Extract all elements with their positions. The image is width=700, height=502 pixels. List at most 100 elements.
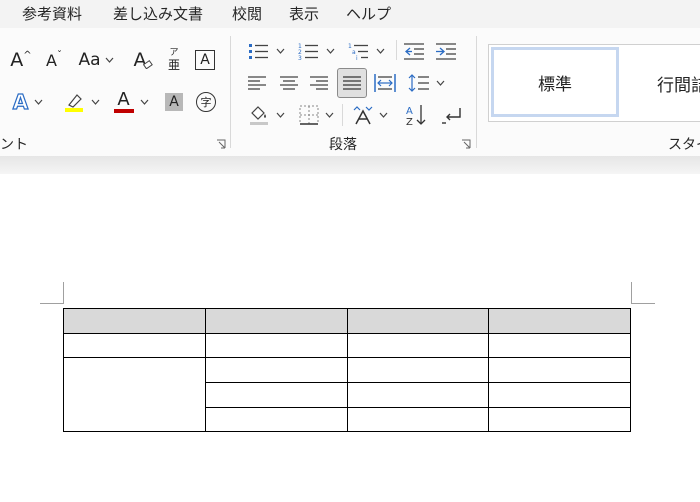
group-separator [230, 36, 231, 148]
chevron-down-icon [326, 48, 334, 54]
text-effect-glyph: A [12, 89, 29, 114]
chevron-down-icon [34, 99, 43, 105]
line-spacing-button[interactable] [404, 70, 448, 96]
align-right-icon [310, 76, 328, 90]
borders-button[interactable] [294, 102, 338, 128]
align-center-icon [280, 76, 298, 90]
shading-button[interactable] [244, 102, 288, 128]
table-cell[interactable] [346, 308, 490, 334]
menu-help[interactable]: ヘルプ [346, 4, 391, 24]
caret-up-icon: ^ [23, 49, 32, 61]
dialog-launcher-icon[interactable] [461, 139, 471, 149]
crop-mark-left-vertical [63, 282, 64, 304]
multilevel-list-icon: 1 a i [348, 43, 368, 60]
table-merged-cell[interactable] [63, 357, 206, 432]
align-left-icon [248, 76, 266, 90]
chevron-down-icon [376, 48, 384, 54]
font-color-swatch [113, 109, 134, 113]
chevron-down-icon [379, 112, 387, 118]
style-no-spacing[interactable]: 行間詰 [657, 71, 700, 96]
increase-indent-button[interactable] [434, 40, 458, 62]
distributed-icon [374, 74, 396, 92]
show-marks-button[interactable] [438, 102, 464, 128]
align-right-button[interactable] [306, 70, 332, 96]
eraser-icon [142, 59, 153, 69]
phonetic-guide-button[interactable]: ア 亜 [162, 46, 186, 74]
enclose-characters-button[interactable]: 字 [194, 90, 218, 114]
clear-formatting-button[interactable]: A [130, 48, 156, 72]
style-normal[interactable]: 標準 [491, 47, 619, 117]
menu-bar: 参考資料 差し込み文書 校閲 表示 ヘルプ [0, 0, 700, 28]
sort-az-icon: A Z [406, 105, 426, 127]
ribbon-shadow [0, 156, 700, 174]
table-cell[interactable] [488, 333, 631, 358]
character-shading-button[interactable]: A [162, 90, 186, 114]
grow-font-button[interactable]: A ^ [8, 48, 34, 72]
font-color-button[interactable]: A [110, 88, 152, 116]
table-cell[interactable] [346, 333, 490, 358]
document-table[interactable] [63, 308, 631, 432]
enclose-char-glyph: 字 [196, 92, 216, 112]
table-cell[interactable] [346, 407, 490, 432]
bullet-list-icon [248, 44, 268, 59]
svg-text:A: A [406, 106, 413, 117]
shrink-font-button[interactable]: Aˇ [42, 48, 66, 72]
chevron-down-icon [276, 48, 284, 54]
menu-references[interactable]: 参考資料 [22, 4, 82, 24]
numbered-list-icon: 1 2 3 [298, 43, 318, 60]
asian-layout-button[interactable] [348, 102, 390, 128]
table-cell[interactable] [63, 333, 206, 358]
table-header-row [63, 308, 631, 334]
decrease-indent-button[interactable] [402, 40, 426, 62]
table-cell[interactable] [204, 382, 348, 408]
decrease-indent-icon [404, 43, 424, 60]
numbering-button[interactable]: 1 2 3 [294, 40, 338, 62]
justify-icon [343, 76, 361, 90]
inline-separator [342, 104, 343, 126]
bullets-button[interactable] [244, 40, 288, 62]
table-row [63, 333, 631, 358]
shrink-font-glyph: A [46, 50, 57, 70]
table-cell[interactable] [204, 333, 348, 358]
change-case-glyph: Aa [78, 50, 101, 70]
table-cell[interactable] [346, 382, 490, 408]
menu-view[interactable]: 表示 [289, 4, 319, 24]
multilevel-list-button[interactable]: 1 a i [344, 40, 388, 62]
table-cell[interactable] [204, 308, 348, 334]
table-cell[interactable] [488, 407, 631, 432]
table-cell[interactable] [63, 308, 206, 334]
font-group-label: ント [0, 137, 28, 153]
justify-button[interactable] [337, 68, 367, 98]
char-shading-glyph: A [165, 93, 183, 111]
highlight-color-button[interactable] [60, 90, 102, 114]
chevron-down-icon [325, 112, 333, 118]
distributed-button[interactable] [372, 70, 398, 96]
line-spacing-icon [408, 74, 429, 92]
menu-review[interactable]: 校閲 [232, 4, 262, 24]
table-cell[interactable] [346, 357, 490, 383]
char-border-glyph: A [195, 50, 215, 70]
paragraph-mark-icon [442, 108, 461, 124]
character-border-button[interactable]: A [194, 49, 216, 71]
grow-font-glyph: A [10, 49, 24, 71]
crop-mark-right-horizontal [632, 303, 655, 304]
table-cell[interactable] [204, 357, 348, 383]
svg-text:Z: Z [406, 117, 413, 127]
align-left-button[interactable] [244, 70, 270, 96]
table-cell[interactable] [488, 382, 631, 408]
paragraph-group-label: 段落 [329, 137, 357, 153]
align-center-button[interactable] [276, 70, 302, 96]
table-cell[interactable] [488, 308, 631, 334]
table-cell[interactable] [488, 357, 631, 383]
crop-mark-right-vertical [631, 282, 632, 304]
styles-gallery: 標準 行間詰 [488, 44, 700, 122]
change-case-button[interactable]: Aa [76, 48, 116, 72]
table-cell[interactable] [204, 407, 348, 432]
table-row [63, 357, 631, 432]
menu-mailings[interactable]: 差し込み文書 [113, 4, 203, 24]
chevron-down-icon [140, 99, 148, 105]
text-effects-button[interactable]: A [8, 89, 48, 115]
styles-group-label: スタイ [668, 137, 700, 153]
dialog-launcher-icon[interactable] [216, 139, 226, 149]
sort-button[interactable]: A Z [402, 102, 430, 128]
